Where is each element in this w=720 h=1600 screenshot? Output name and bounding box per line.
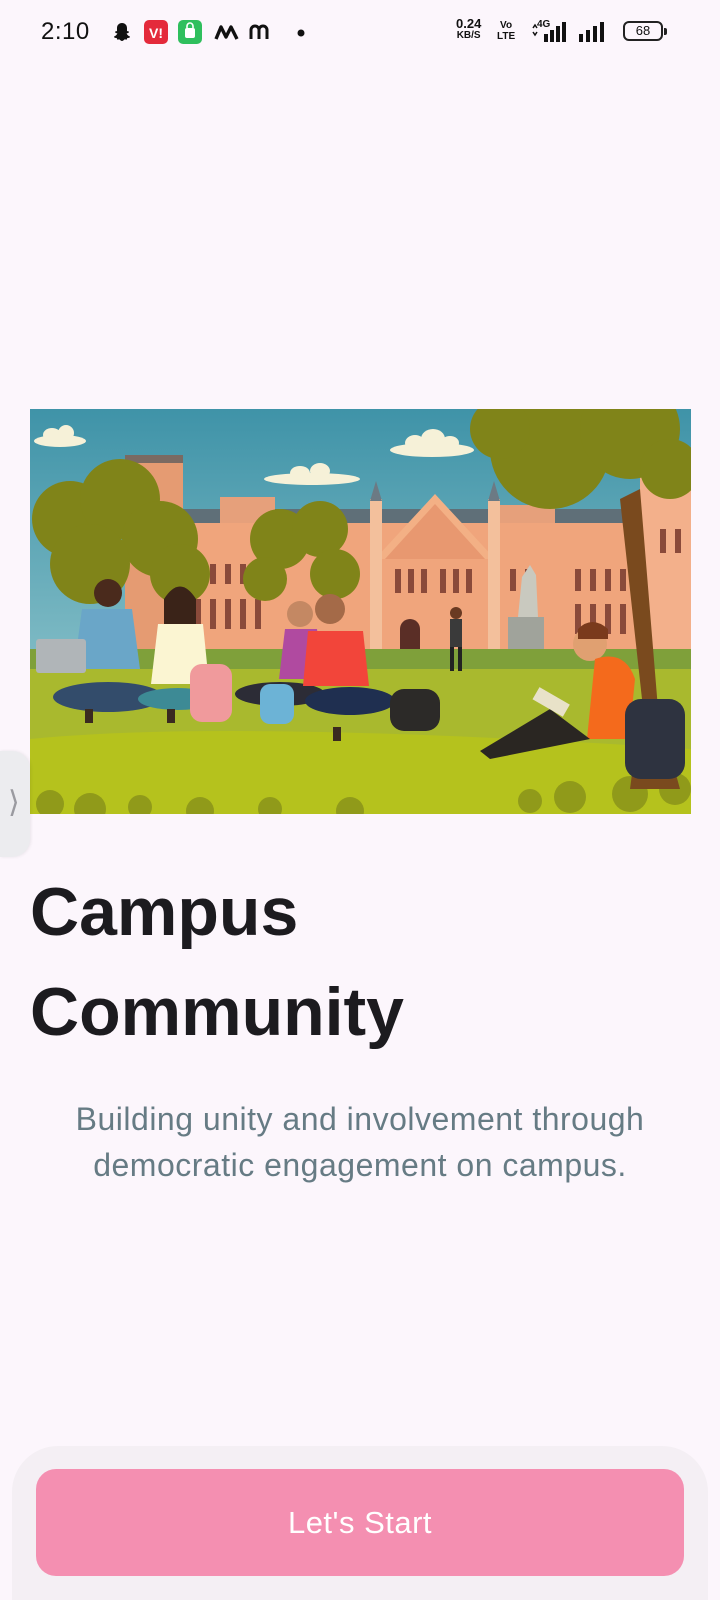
network-speed: 0.24 KB/S <box>456 16 482 42</box>
page-title: Campus Community <box>30 874 404 1050</box>
status-bar: 2:10 V! 0.24 KB/S Vo LTE 4G 68 <box>0 0 720 64</box>
status-time: 2:10 <box>41 18 90 45</box>
volte-indicator: Vo LTE <box>497 20 515 42</box>
volte-bottom: LTE <box>497 31 516 42</box>
store-app-icon <box>178 20 202 44</box>
page-subtitle: Building unity and involvement through d… <box>75 1101 645 1183</box>
signal-icon-2 <box>579 22 604 42</box>
onboarding-screen: 2:10 V! 0.24 KB/S Vo LTE 4G 68 ⟩ Campus … <box>0 0 720 1600</box>
dot-icon <box>297 29 305 37</box>
network-speed-unit: KB/S <box>456 30 481 41</box>
campus-students-illustration <box>30 409 691 814</box>
m-app-icon <box>214 25 239 40</box>
battery-icon: 68 <box>623 21 667 41</box>
lets-start-button[interactable]: Let's Start <box>36 1469 684 1576</box>
edge-panel-handle[interactable]: ⟩ <box>0 751 30 857</box>
m-outline-app-icon <box>249 24 269 39</box>
svg-text:V!: V! <box>149 25 163 41</box>
snapchat-icon <box>114 23 130 41</box>
signal-icon <box>532 22 566 42</box>
battery-level: 68 <box>635 23 651 38</box>
network-speed-value: 0.24 <box>456 16 482 31</box>
volte-top: Vo <box>500 20 513 31</box>
vi-app-icon: V! <box>144 20 168 44</box>
chevron-right-icon: ⟩ <box>8 786 20 819</box>
